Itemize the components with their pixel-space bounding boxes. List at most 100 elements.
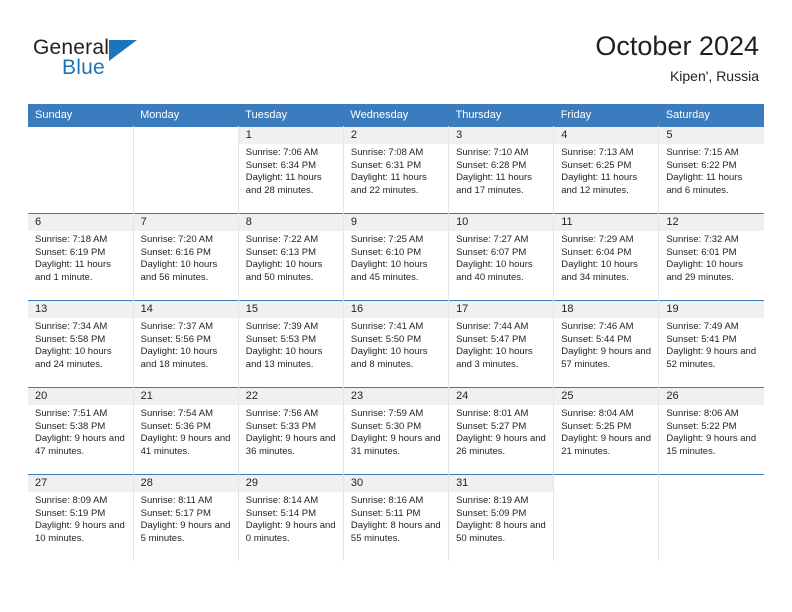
day-details: Sunrise: 7:49 AM Sunset: 5:41 PM Daylight:… — [659, 318, 764, 371]
sunset-text: Sunset: 6:31 PM — [350, 159, 422, 171]
sunrise-text: Sunrise: 7:06 AM — [245, 147, 319, 158]
calendar-day-cell[interactable]: 9 Sunrise: 7:25 AM Sunset: 6:10 PM Daylight… — [343, 213, 450, 301]
sunrise-text: Sunrise: 7:46 AM — [561, 321, 634, 332]
calendar-day-cell[interactable]: 23 Sunrise: 7:59 AM Sunset: 5:30 PM Dayligh… — [343, 387, 450, 475]
day-number: 6 — [28, 214, 133, 231]
sunset-text: Sunset: 5:38 PM — [35, 420, 106, 432]
calendar-day-cell[interactable]: 12 Sunrise: 7:32 AM Sunset: 6:01 PM Dayligh… — [658, 213, 764, 301]
sunset-text: Sunset: 5:36 PM — [140, 420, 211, 432]
weekday-header-wednesday: Wednesday — [343, 104, 449, 127]
daylight-text: Daylight: 11 hours and 6 minutes. — [666, 172, 743, 196]
calendar-day-cell[interactable]: 8 Sunrise: 7:22 AM Sunset: 6:13 PM Daylight… — [238, 213, 344, 301]
daylight-text: Daylight: 11 hours and 28 minutes. — [245, 172, 322, 196]
day-details: Sunrise: 7:10 AM Sunset: 6:28 PM Daylight:… — [449, 144, 553, 197]
weekday-header-row: Sunday Monday Tuesday Wednesday Thursday… — [28, 104, 764, 127]
daylight-text: Daylight: 10 hours and 29 minutes. — [666, 259, 743, 283]
sunset-text: Sunset: 6:01 PM — [666, 246, 737, 258]
sunset-text: Sunset: 5:22 PM — [666, 420, 737, 432]
day-number: 15 — [238, 301, 343, 318]
day-details: Sunrise: 8:14 AM Sunset: 5:14 PM Daylight:… — [239, 492, 343, 545]
sunrise-text: Sunrise: 8:06 AM — [666, 408, 739, 419]
day-number: 22 — [238, 388, 343, 405]
day-details: Sunrise: 7:27 AM Sunset: 6:07 PM Daylight:… — [449, 231, 553, 284]
day-number: 23 — [343, 388, 449, 405]
calendar-day-cell[interactable]: 29 Sunrise: 8:14 AM Sunset: 5:14 PM Dayligh… — [238, 474, 344, 561]
calendar-cell-empty — [658, 474, 764, 561]
calendar-day-cell[interactable]: 2 Sunrise: 7:08 AM Sunset: 6:31 PM Daylight… — [343, 126, 450, 214]
day-details: Sunrise: 7:29 AM Sunset: 6:04 PM Daylight:… — [554, 231, 658, 284]
sunset-text: Sunset: 5:44 PM — [561, 333, 632, 345]
weekday-header-saturday: Saturday — [658, 104, 764, 127]
calendar-day-cell[interactable]: 11 Sunrise: 7:29 AM Sunset: 6:04 PM Dayligh… — [553, 213, 660, 301]
sunset-text: Sunset: 5:27 PM — [456, 420, 527, 432]
calendar-day-cell[interactable]: 3 Sunrise: 7:10 AM Sunset: 6:28 PM Daylight… — [448, 126, 555, 214]
sunset-text: Sunset: 6:16 PM — [140, 246, 211, 258]
daylight-text: Daylight: 10 hours and 13 minutes. — [245, 346, 323, 370]
daylight-text: Daylight: 10 hours and 3 minutes. — [456, 346, 533, 370]
calendar-day-cell[interactable]: 22 Sunrise: 7:56 AM Sunset: 5:33 PM Dayligh… — [238, 387, 344, 475]
sunrise-text: Sunrise: 8:16 AM — [350, 495, 424, 506]
calendar-day-cell[interactable]: 5 Sunrise: 7:15 AM Sunset: 6:22 PM Daylight… — [658, 126, 764, 214]
calendar-day-cell[interactable]: 26 Sunrise: 8:06 AM Sunset: 5:22 PM Dayligh… — [658, 387, 764, 475]
daylight-text: Daylight: 10 hours and 45 minutes. — [350, 259, 428, 283]
day-details: Sunrise: 7:22 AM Sunset: 6:13 PM Daylight:… — [239, 231, 343, 284]
day-number: 25 — [554, 388, 659, 405]
calendar-day-cell[interactable]: 25 Sunrise: 8:04 AM Sunset: 5:25 PM Dayligh… — [553, 387, 660, 475]
daylight-text: Daylight: 11 hours and 12 minutes. — [561, 172, 638, 196]
sunset-text: Sunset: 6:10 PM — [350, 246, 422, 258]
calendar-day-cell[interactable]: 10 Sunrise: 7:27 AM Sunset: 6:07 PM Dayligh… — [448, 213, 555, 301]
sunrise-text: Sunrise: 8:09 AM — [35, 495, 108, 506]
calendar-day-cell[interactable]: 14 Sunrise: 7:37 AM Sunset: 5:56 PM Dayligh… — [133, 300, 239, 388]
day-details: Sunrise: 7:59 AM Sunset: 5:30 PM Daylight:… — [344, 405, 448, 458]
calendar-day-cell[interactable]: 19 Sunrise: 7:49 AM Sunset: 5:41 PM Dayligh… — [658, 300, 764, 388]
daylight-text: Daylight: 9 hours and 41 minutes. — [140, 433, 231, 457]
calendar-day-cell[interactable]: 27 Sunrise: 8:09 AM Sunset: 5:19 PM Dayligh… — [28, 474, 134, 561]
calendar-day-cell[interactable]: 18 Sunrise: 7:46 AM Sunset: 5:44 PM Dayligh… — [553, 300, 660, 388]
sunset-text: Sunset: 6:04 PM — [561, 246, 632, 258]
day-details: Sunrise: 7:18 AM Sunset: 6:19 PM Daylight:… — [28, 231, 133, 284]
calendar-day-cell[interactable]: 7 Sunrise: 7:20 AM Sunset: 6:16 PM Daylight… — [133, 213, 239, 301]
daylight-text: Daylight: 8 hours and 50 minutes. — [456, 520, 546, 544]
title-block: October 2024 Kipen', Russia — [595, 30, 759, 86]
sunset-text: Sunset: 5:47 PM — [456, 333, 527, 345]
sunset-text: Sunset: 5:11 PM — [350, 507, 421, 519]
general-blue-logo[interactable]: General Blue — [33, 36, 213, 84]
day-details: Sunrise: 7:20 AM Sunset: 6:16 PM Daylight:… — [134, 231, 238, 284]
day-number: 12 — [659, 214, 764, 231]
calendar-day-cell[interactable]: 24 Sunrise: 8:01 AM Sunset: 5:27 PM Dayligh… — [448, 387, 555, 475]
day-number: 24 — [449, 388, 554, 405]
daylight-text: Daylight: 9 hours and 5 minutes. — [140, 520, 231, 544]
weekday-header-monday: Monday — [133, 104, 239, 127]
day-number — [133, 127, 238, 144]
calendar-day-cell[interactable]: 31 Sunrise: 8:19 AM Sunset: 5:09 PM Dayligh… — [448, 474, 555, 561]
sunset-text: Sunset: 6:22 PM — [666, 159, 737, 171]
calendar-day-cell[interactable]: 4 Sunrise: 7:13 AM Sunset: 6:25 PM Daylight… — [553, 126, 660, 214]
calendar-day-cell[interactable]: 21 Sunrise: 7:54 AM Sunset: 5:36 PM Dayligh… — [133, 387, 239, 475]
sunrise-text: Sunrise: 8:01 AM — [456, 408, 529, 419]
weekday-header-friday: Friday — [553, 104, 659, 127]
calendar-day-cell[interactable]: 28 Sunrise: 8:11 AM Sunset: 5:17 PM Dayligh… — [133, 474, 239, 561]
sunset-text: Sunset: 5:30 PM — [350, 420, 422, 432]
calendar-week-row: 1 Sunrise: 7:06 AM Sunset: 6:34 PM Daylight… — [28, 126, 764, 214]
calendar-day-cell[interactable]: 6 Sunrise: 7:18 AM Sunset: 6:19 PM Daylight… — [28, 213, 134, 301]
sunrise-text: Sunrise: 7:08 AM — [350, 147, 424, 158]
calendar-day-cell[interactable]: 20 Sunrise: 7:51 AM Sunset: 5:38 PM Dayligh… — [28, 387, 134, 475]
day-number: 16 — [343, 301, 449, 318]
calendar-day-cell[interactable]: 13 Sunrise: 7:34 AM Sunset: 5:58 PM Dayligh… — [28, 300, 134, 388]
day-number: 13 — [28, 301, 133, 318]
calendar-day-cell[interactable]: 1 Sunrise: 7:06 AM Sunset: 6:34 PM Daylight… — [238, 126, 344, 214]
daylight-text: Daylight: 10 hours and 56 minutes. — [140, 259, 218, 283]
calendar-body: 1 Sunrise: 7:06 AM Sunset: 6:34 PM Daylight… — [28, 126, 764, 561]
calendar-day-cell[interactable]: 17 Sunrise: 7:44 AM Sunset: 5:47 PM Dayligh… — [448, 300, 555, 388]
calendar-day-cell[interactable]: 30 Sunrise: 8:16 AM Sunset: 5:11 PM Dayligh… — [343, 474, 450, 561]
daylight-text: Daylight: 10 hours and 18 minutes. — [140, 346, 218, 370]
calendar-day-cell[interactable]: 16 Sunrise: 7:41 AM Sunset: 5:50 PM Dayligh… — [343, 300, 450, 388]
daylight-text: Daylight: 9 hours and 21 minutes. — [561, 433, 651, 457]
calendar-week-row: 6 Sunrise: 7:18 AM Sunset: 6:19 PM Daylight… — [28, 213, 764, 301]
sunrise-text: Sunrise: 8:04 AM — [561, 408, 634, 419]
day-number: 26 — [659, 388, 764, 405]
calendar-day-cell[interactable]: 15 Sunrise: 7:39 AM Sunset: 5:53 PM Dayligh… — [238, 300, 344, 388]
day-number: 17 — [449, 301, 554, 318]
day-number — [28, 127, 133, 144]
day-details: Sunrise: 8:16 AM Sunset: 5:11 PM Daylight:… — [344, 492, 448, 545]
